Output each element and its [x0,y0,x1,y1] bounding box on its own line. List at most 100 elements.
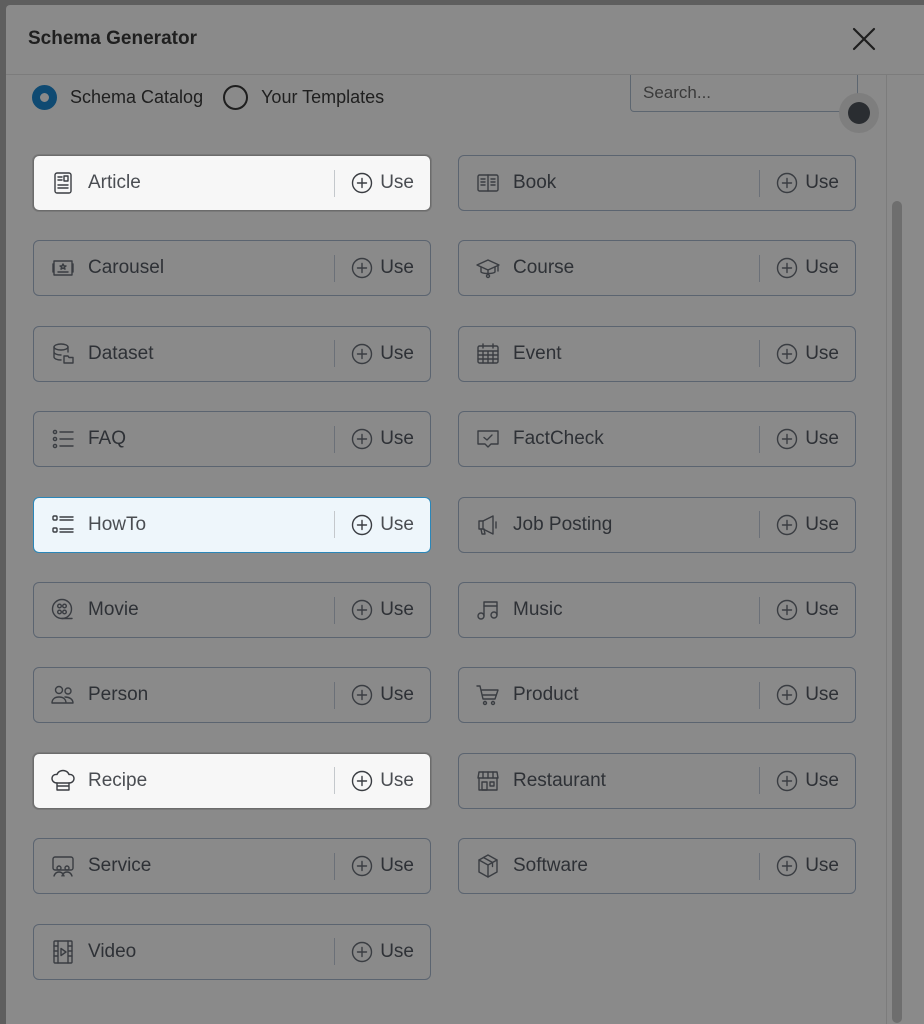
radio-schema-catalog[interactable]: Schema Catalog [32,84,204,110]
message-check-icon [475,426,501,452]
schema-name: Movie [88,599,139,620]
plus-circle-icon [777,770,798,791]
list-icon [50,426,76,452]
use-label: Use [380,428,414,450]
schema-card-recipe[interactable]: Recipe Use [33,752,431,809]
scrollbar-thumb[interactable] [892,201,902,1023]
schema-name: Video [88,940,137,962]
use-button[interactable]: Use [335,855,430,877]
plus-circle-icon [352,258,373,279]
radio-checked-indicator[interactable] [32,84,57,110]
use-button[interactable]: Use [335,941,430,963]
use-label: Use [805,428,839,450]
plus-circle-icon [777,172,798,194]
help-badge[interactable] [839,93,879,133]
use-label: Use [805,257,839,279]
radio-label: Schema Catalog [70,86,204,107]
schema-card-factcheck[interactable]: FactCheck Use [458,411,856,468]
dialog-header: Schema Generator [6,5,924,75]
use-button[interactable]: Use [335,514,430,536]
schema-card-person[interactable]: Person Use [33,667,431,724]
users-icon [50,682,76,708]
use-button[interactable]: Use [760,770,855,792]
calendar-icon [475,341,501,367]
radio-label: Your Templates [261,86,385,107]
article-icon [50,170,76,196]
schema-card-howto[interactable]: HowTo Use [33,496,431,553]
use-label: Use [805,513,839,535]
schema-name: FactCheck [513,428,604,450]
plus-circle-icon [352,770,373,791]
schema-name: Event [513,342,562,364]
checklist-icon [50,512,76,538]
use-button[interactable]: Use [760,684,855,706]
use-button[interactable]: Use [760,428,855,450]
schema-card-software[interactable]: Software Use [458,838,856,895]
service-icon [50,853,76,879]
schema-card-service[interactable]: Service Use [33,838,431,895]
use-button[interactable]: Use [335,684,430,706]
use-button[interactable]: Use [335,770,430,792]
database-icon [50,341,76,367]
use-button[interactable]: Use [760,514,855,536]
use-label: Use [805,599,839,620]
schema-card-restaurant[interactable]: Restaurant Use [458,752,856,809]
schema-name: Person [88,684,149,706]
close-button[interactable] [850,25,878,53]
schema-card-course[interactable]: Course Use [458,240,856,297]
schema-name: Job Posting [513,513,613,535]
use-button[interactable]: Use [760,172,855,194]
plus-circle-icon [777,514,798,535]
use-button[interactable]: Use [760,599,855,621]
schema-card-faq[interactable]: FAQ Use [33,411,431,468]
schema-card-article[interactable]: Article Use [33,155,431,211]
use-button[interactable]: Use [335,343,430,365]
schema-card-product[interactable]: Product Use [458,667,856,724]
schema-generator-dialog: Schema Generator Schema Catalog Your Tem… [6,5,924,1024]
schema-card-job-posting[interactable]: Job Posting Use [458,496,856,553]
schema-name: Book [513,172,557,193]
plus-circle-icon [352,685,373,706]
dialog-title: Schema Generator [28,28,197,49]
use-button[interactable]: Use [760,855,855,877]
megaphone-icon [475,512,501,538]
plus-circle-icon [352,855,373,877]
film-reel-icon [50,597,76,623]
use-label: Use [380,513,414,535]
use-label: Use [380,940,414,962]
radio-unchecked-indicator[interactable] [223,84,249,110]
use-label: Use [805,342,839,364]
use-button[interactable]: Use [335,257,430,279]
plus-circle-icon [777,599,798,621]
radio-your-templates[interactable]: Your Templates [223,84,385,110]
use-label: Use [380,599,414,620]
schema-name: Article [88,172,141,193]
use-button[interactable]: Use [335,599,430,621]
plus-circle-icon [777,428,798,450]
use-label: Use [805,684,839,706]
schema-card-dataset[interactable]: Dataset Use [33,325,431,382]
use-label: Use [380,172,414,193]
use-button[interactable]: Use [760,257,855,279]
schema-name: Dataset [88,342,154,364]
use-label: Use [380,342,414,364]
schema-name: Music [513,599,563,620]
use-button[interactable]: Use [335,428,430,450]
schema-name: FAQ [88,428,127,450]
schema-card-carousel[interactable]: Carousel Use [33,240,431,297]
schema-card-movie[interactable]: Movie Use [33,582,431,638]
schema-name: HowTo [88,513,147,535]
storefront-icon [475,768,501,794]
schema-name: Course [513,257,575,279]
video-film-icon [50,939,76,965]
schema-card-video[interactable]: Video Use [33,923,431,980]
plus-circle-icon [777,258,798,279]
plus-circle-icon [352,599,373,621]
search-input[interactable] [630,75,858,112]
use-button[interactable]: Use [335,172,430,194]
schema-card-event[interactable]: Event Use [458,325,856,382]
chef-hat-icon [50,768,76,794]
schema-card-book[interactable]: Book Use [458,155,856,211]
use-button[interactable]: Use [760,343,855,365]
schema-card-music[interactable]: Music Use [458,582,856,638]
